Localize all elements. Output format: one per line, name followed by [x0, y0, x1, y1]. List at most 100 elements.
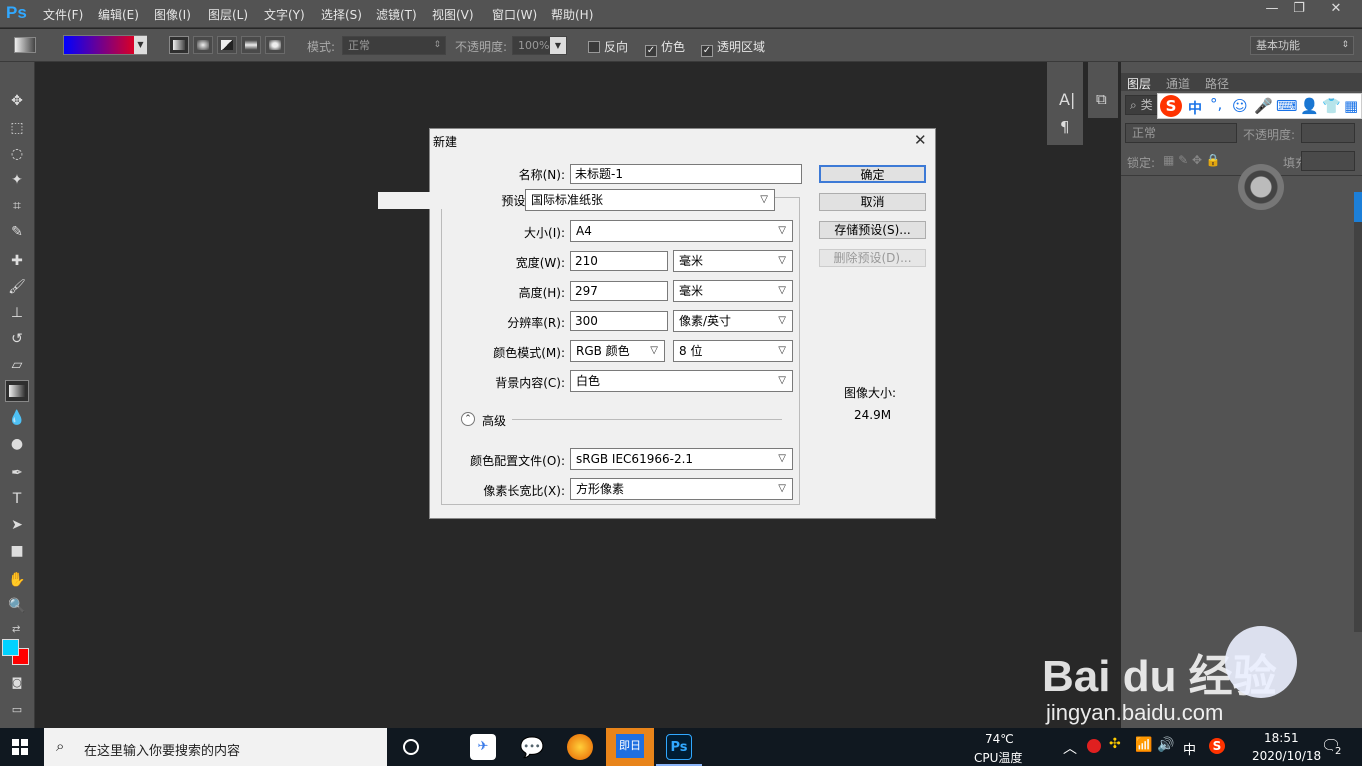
ime-indicator[interactable]: 中	[1183, 739, 1196, 758]
ime-float-ball-icon[interactable]	[1238, 164, 1284, 210]
tray-app-icon[interactable]	[1087, 739, 1101, 753]
color-profile-select[interactable]: sRGB IEC61966-2.1 ▽	[570, 448, 793, 470]
background-select[interactable]: 白色 ▽	[570, 370, 793, 392]
wechat-app-icon[interactable]: 💬	[519, 734, 545, 760]
menu-type[interactable]: 文字(Y)	[264, 6, 305, 23]
3d-panel-icon[interactable]: ⧉	[1096, 90, 1107, 108]
menu-help[interactable]: 帮助(H)	[551, 6, 593, 23]
sogou-tray-icon[interactable]: S	[1209, 738, 1225, 754]
reverse-checkbox[interactable]: 反向	[588, 38, 628, 55]
tab-layers[interactable]: 图层	[1127, 75, 1151, 92]
swap-colors-icon[interactable]: ⇄	[12, 624, 20, 635]
preset-select[interactable]: 国际标准纸张 ▽	[525, 189, 775, 211]
windows-start-icon[interactable]	[12, 739, 28, 755]
radial-gradient-button[interactable]	[193, 36, 213, 54]
zoom-tool-icon[interactable]: 🔍	[5, 595, 29, 617]
chevron-down-icon[interactable]: ▼	[134, 36, 147, 54]
menu-image[interactable]: 图像(I)	[154, 6, 191, 23]
name-input[interactable]: 未标题-1	[570, 164, 802, 184]
paragraph-panel-icon[interactable]: ¶	[1060, 118, 1070, 136]
resolution-input[interactable]: 300	[570, 311, 668, 331]
restore-button[interactable]: ❐	[1283, 0, 1315, 20]
clock-date[interactable]: 2020/10/18	[1252, 749, 1321, 763]
taskbar-search-box[interactable]: ⌕ 在这里输入你要搜索的内容	[44, 728, 387, 766]
ime-language-toggle[interactable]: 中	[1188, 98, 1202, 118]
blur-tool-icon[interactable]: 💧	[5, 407, 29, 429]
width-unit-select[interactable]: 毫米 ▽	[673, 250, 793, 272]
type-tool-icon[interactable]: T	[5, 488, 29, 510]
toolbox-icon[interactable]: ▦	[1344, 97, 1358, 115]
advanced-label[interactable]: 高级	[482, 412, 506, 429]
eraser-tool-icon[interactable]: ▱	[5, 354, 29, 376]
dither-checkbox[interactable]: ✓ 仿色	[645, 38, 685, 57]
rectangle-tool-icon[interactable]: ■	[5, 540, 29, 562]
menu-select[interactable]: 选择(S)	[321, 6, 362, 23]
marquee-tool-icon[interactable]: ⬚	[5, 117, 29, 139]
diamond-gradient-button[interactable]	[265, 36, 285, 54]
pen-tool-icon[interactable]: ✒	[5, 462, 29, 484]
menu-layer[interactable]: 图层(L)	[208, 6, 248, 23]
menu-edit[interactable]: 编辑(E)	[98, 6, 139, 23]
height-input[interactable]: 297	[570, 281, 668, 301]
advanced-toggle-icon[interactable]: ⌃	[461, 412, 475, 426]
path-selection-icon[interactable]: ➤	[5, 514, 29, 536]
workspace-select[interactable]: 基本功能 ⇕	[1250, 36, 1354, 55]
height-unit-select[interactable]: 毫米 ▽	[673, 280, 793, 302]
color-mode-select[interactable]: RGB 颜色 ▽	[570, 340, 665, 362]
size-select[interactable]: A4 ▽	[570, 220, 793, 242]
save-preset-button[interactable]: 存储预设(S)...	[819, 221, 926, 239]
pixel-aspect-select[interactable]: 方形像素 ▽	[570, 478, 793, 500]
tab-paths[interactable]: 路径	[1205, 75, 1229, 92]
task-view-icon[interactable]	[403, 739, 419, 755]
bit-depth-select[interactable]: 8 位 ▽	[673, 340, 793, 362]
taskbar-active-app[interactable]: 即日	[606, 728, 654, 766]
reflected-gradient-button[interactable]	[241, 36, 261, 54]
dodge-tool-icon[interactable]: ●	[5, 433, 29, 455]
photoshop-taskbar-icon[interactable]: Ps	[666, 734, 692, 760]
network-icon[interactable]: 📶	[1135, 737, 1152, 753]
menu-file[interactable]: 文件(F)	[43, 6, 83, 23]
fill-input[interactable]	[1301, 151, 1355, 171]
foreground-color-swatch[interactable]	[2, 639, 19, 656]
crop-tool-icon[interactable]: ⌗	[5, 195, 29, 217]
blend-mode-select[interactable]: 正常	[1125, 123, 1237, 143]
quick-mask-icon[interactable]: ◙	[5, 672, 29, 694]
width-input[interactable]: 210	[570, 251, 668, 271]
close-window-button[interactable]: ✕	[1320, 0, 1352, 20]
healing-brush-icon[interactable]: ✚	[5, 250, 29, 272]
lock-icons[interactable]: ▦ ✎ ✥ 🔒	[1163, 153, 1221, 167]
user-icon[interactable]: 👤	[1300, 97, 1319, 115]
volume-icon[interactable]: 🔊	[1157, 737, 1174, 753]
eyedropper-tool-icon[interactable]: ✎	[5, 221, 29, 243]
tab-channels[interactable]: 通道	[1166, 75, 1190, 92]
microphone-icon[interactable]: 🎤	[1254, 97, 1273, 115]
layer-opacity-input[interactable]	[1301, 123, 1355, 143]
firefox-app-icon[interactable]	[567, 734, 593, 760]
hand-tool-icon[interactable]: ✋	[5, 569, 29, 591]
stamp-tool-icon[interactable]: ⊥	[5, 302, 29, 324]
clock-time[interactable]: 18:51	[1264, 731, 1299, 745]
cancel-button[interactable]: 取消	[819, 193, 926, 211]
mode-select[interactable]: 正常 ⇕	[342, 36, 446, 55]
menu-view[interactable]: 视图(V)	[432, 6, 474, 23]
linear-gradient-button[interactable]	[169, 36, 189, 54]
ok-button[interactable]: 确定	[819, 165, 926, 183]
emoji-icon[interactable]: ☺	[1232, 97, 1248, 115]
layers-scrollbar[interactable]	[1354, 192, 1362, 632]
transparency-checkbox[interactable]: ✓ 透明区域	[701, 38, 765, 57]
lasso-tool-icon[interactable]: ◌	[5, 143, 29, 165]
delete-preset-button[interactable]: 删除预设(D)...	[819, 249, 926, 267]
menu-window[interactable]: 窗口(W)	[492, 6, 537, 23]
character-panel-icon[interactable]: A|	[1059, 90, 1075, 109]
dialog-close-button[interactable]: ✕	[914, 131, 927, 149]
punctuation-icon[interactable]: °,	[1210, 95, 1222, 113]
keyboard-icon[interactable]: ⌨	[1276, 97, 1298, 115]
tray-expand-icon[interactable]: ︿	[1063, 738, 1077, 758]
history-brush-icon[interactable]: ↺	[5, 328, 29, 350]
resolution-unit-select[interactable]: 像素/英寸 ▽	[673, 310, 793, 332]
tray-pinwheel-icon[interactable]: ✣	[1109, 736, 1121, 752]
move-tool-icon[interactable]: ✥	[5, 90, 29, 112]
angle-gradient-button[interactable]	[217, 36, 237, 54]
screen-mode-icon[interactable]: ▭	[5, 699, 29, 721]
gradient-tool-preset-icon[interactable]	[14, 37, 36, 53]
